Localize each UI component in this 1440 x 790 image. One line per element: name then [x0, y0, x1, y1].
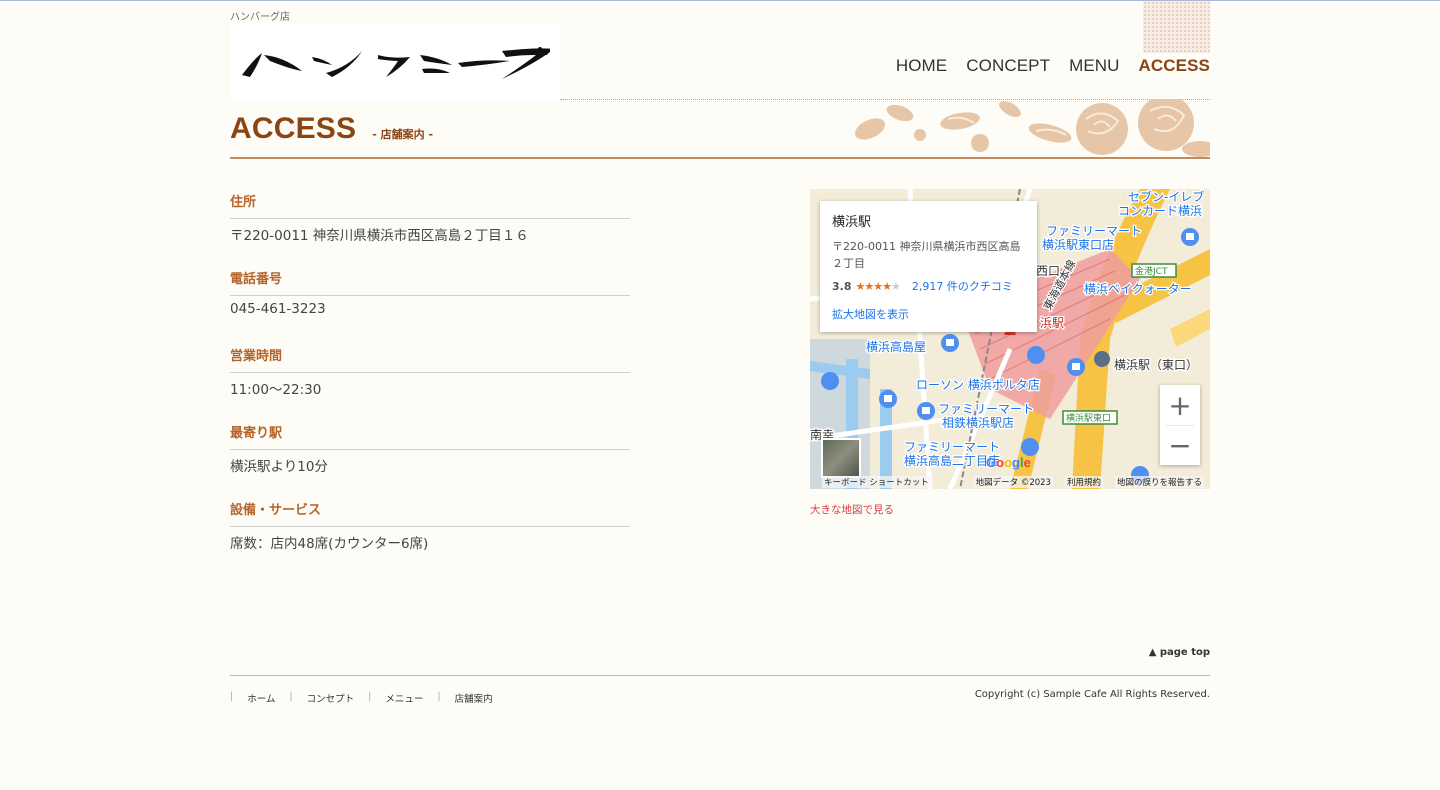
footer-separator: |	[289, 691, 293, 702]
info-label: 住所	[230, 191, 630, 219]
info-phone: 電話番号 045-461-3223	[230, 268, 630, 345]
star-rating-icon: ★★★★★	[855, 279, 901, 293]
info-value: 横浜駅より10分	[230, 459, 328, 475]
map-label: 横浜高島屋	[866, 339, 926, 354]
info-label: 設備・サービス	[230, 499, 630, 527]
info-label: 営業時間	[230, 345, 630, 373]
info-label: 最寄り駅	[230, 422, 630, 450]
big-map-link[interactable]: 大きな地図で見る	[810, 502, 894, 517]
map-label: 横浜駅（東口）	[1114, 358, 1198, 372]
main-nav: HOME CONCEPT MENU ACCESS	[877, 56, 1210, 76]
page-title: ACCESS	[230, 112, 357, 145]
terms-link[interactable]: 利用規約	[1064, 476, 1103, 488]
satellite-toggle[interactable]	[821, 438, 861, 478]
place-rating: 3.8 ★★★★★ 2,917 件のクチコミ	[832, 278, 1025, 294]
embedded-map[interactable]: セブン-イレブ コンカード横浜 ファミリーマート 横浜駅東口店 横浜ベイクォータ…	[810, 189, 1210, 489]
copyright-text: Copyright (c) Sample Cafe All Rights Res…	[974, 689, 1210, 700]
info-address: 住所 〒220-0011 神奈川県横浜市西区高島２丁目１６	[230, 191, 630, 268]
map-label: 横浜ベイクォーター	[1084, 282, 1192, 296]
place-address: 〒220-0011 神奈川県横浜市西区高島２丁目	[832, 240, 1021, 270]
footer-separator: |	[230, 691, 234, 702]
rose-decoration	[840, 99, 1210, 157]
site-tagline: ハンバーグ店	[230, 12, 290, 23]
map-label: 横浜駅東口店	[1042, 238, 1114, 252]
store-info-list: 住所 〒220-0011 神奈川県横浜市西区高島２丁目１６ 電話番号 045-4…	[230, 191, 630, 576]
map-label: コンカード横浜	[1118, 204, 1202, 218]
map-label: 金港JCT	[1135, 265, 1168, 277]
zoom-divider	[1166, 425, 1194, 426]
corner-pattern	[1143, 1, 1210, 53]
footer-link-menu[interactable]: メニュー	[385, 691, 423, 705]
page-subtitle: - 店舗案内 -	[372, 128, 434, 141]
zoom-in-button[interactable]: +	[1160, 385, 1200, 425]
map-label: ローソン 横浜ポルタ店	[916, 378, 1040, 392]
footer-link-concept[interactable]: コンセプト	[307, 691, 355, 705]
reviews-link[interactable]: 2,917 件のクチコミ	[912, 278, 1013, 294]
info-value: 11:00〜22:30	[230, 382, 322, 398]
nav-home[interactable]: HOME	[896, 56, 947, 76]
map-label: ファミリーマート	[1046, 224, 1142, 238]
zoom-controls: + −	[1160, 385, 1200, 465]
map-data-credit: 地図データ ©2023	[973, 476, 1053, 488]
map-label: ファミリーマート	[938, 402, 1034, 416]
site-logo[interactable]	[230, 23, 560, 101]
zoom-out-button[interactable]: −	[1160, 425, 1200, 465]
place-info-card: 横浜駅 〒220-0011 神奈川県横浜市西区高島２丁目 3.8 ★★★★★ 2…	[820, 201, 1037, 332]
footer-separator: |	[437, 691, 441, 702]
page-heading: ACCESS - 店舗案内 -	[230, 112, 433, 146]
footer-nav: | ホーム | コンセプト | メニュー | 店舗案内	[230, 691, 493, 705]
footer-divider	[230, 675, 1210, 676]
nav-menu[interactable]: MENU	[1069, 56, 1119, 76]
google-logo: Google	[986, 455, 1031, 470]
map-footer: キーボード ショートカット 地図データ ©2023 利用規約 地図の誤りを報告す…	[810, 475, 1210, 489]
map-label: ファミリーマート	[904, 440, 1000, 454]
rating-value: 3.8	[832, 279, 852, 293]
map-label: 相鉄横浜駅店	[942, 415, 1014, 430]
footer-link-access[interactable]: 店舗案内	[455, 691, 493, 705]
keyboard-shortcuts-link[interactable]: キーボード ショートカット	[822, 476, 931, 488]
info-facilities: 設備・サービス 席数：店内48席(カウンター6席)	[230, 499, 630, 576]
report-error-link[interactable]: 地図の誤りを報告する	[1114, 476, 1204, 488]
place-name: 横浜駅	[832, 215, 872, 230]
page-top-link[interactable]: ▲ page top	[1149, 647, 1210, 658]
logo-calligraphy	[242, 47, 550, 79]
info-hours: 営業時間 11:00〜22:30	[230, 345, 630, 422]
info-label: 電話番号	[230, 268, 630, 296]
view-larger-map-link[interactable]: 拡大地図を表示	[832, 306, 1025, 322]
nav-concept[interactable]: CONCEPT	[966, 56, 1050, 76]
title-underline	[230, 157, 1210, 159]
map-label: セブン-イレブ	[1128, 189, 1204, 204]
nav-access[interactable]: ACCESS	[1139, 56, 1210, 76]
map-label: 浜駅	[1040, 316, 1064, 330]
map-label: 横浜駅東口	[1066, 412, 1111, 424]
info-station: 最寄り駅 横浜駅より10分	[230, 422, 630, 499]
footer-separator: |	[368, 691, 372, 702]
info-value: 席数：店内48席(カウンター6席)	[230, 536, 429, 552]
info-value: 045-461-3223	[230, 301, 326, 317]
footer-link-home[interactable]: ホーム	[247, 691, 275, 705]
info-value: 〒220-0011 神奈川県横浜市西区高島２丁目１６	[230, 228, 529, 244]
